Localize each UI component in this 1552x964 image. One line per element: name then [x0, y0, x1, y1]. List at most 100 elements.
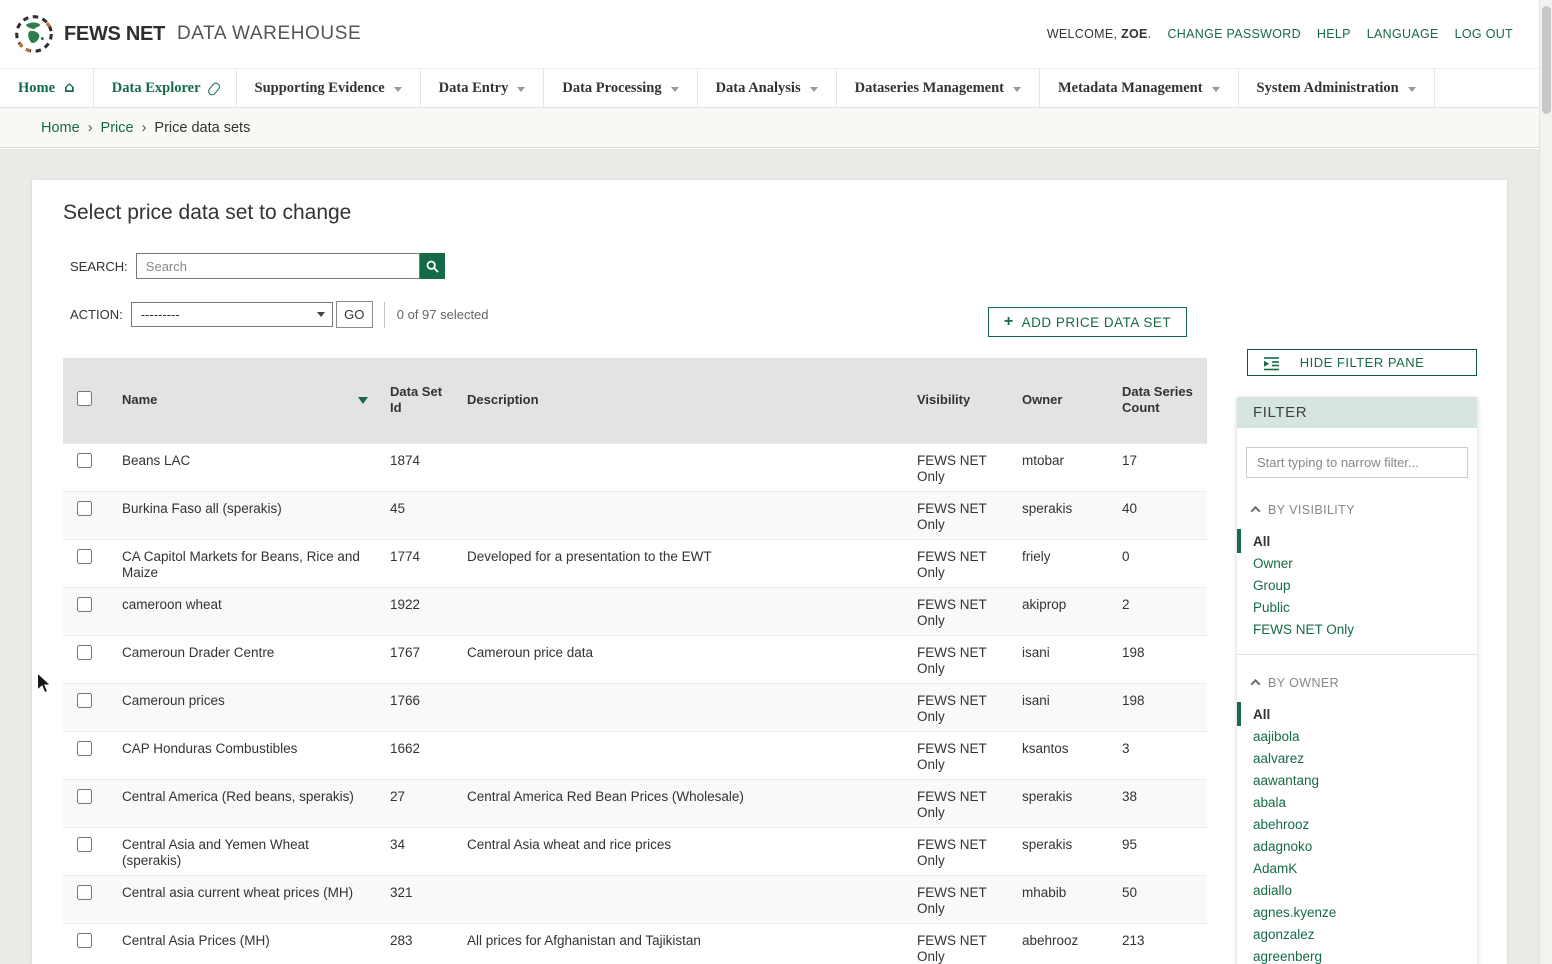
search-button[interactable]	[420, 253, 445, 279]
cell-name: Central asia current wheat prices (MH)	[110, 875, 378, 923]
cell-visibility: FEWS NET Only	[905, 635, 1010, 683]
row-checkbox[interactable]	[77, 549, 92, 564]
row-checkbox[interactable]	[77, 693, 92, 708]
cell-select	[63, 539, 110, 587]
header-link[interactable]: HELP	[1317, 27, 1351, 41]
filter-option[interactable]: AdamK	[1237, 857, 1477, 879]
search-label: SEARCH:	[70, 259, 128, 274]
column-header-data-series-count: Data Series Count	[1110, 358, 1207, 443]
filter-option[interactable]: FEWS NET Only	[1237, 618, 1477, 640]
table-row: Cameroun prices 1766 FEWS NET Only isani…	[63, 683, 1207, 731]
cell-data-series-count: 17	[1110, 443, 1207, 491]
cell-select	[63, 491, 110, 539]
filter-option[interactable]: abehrooz	[1237, 813, 1477, 835]
add-price-data-set-button[interactable]: ADD PRICE DATA SET	[988, 307, 1187, 337]
cell-select	[63, 635, 110, 683]
username: ZOE	[1121, 27, 1148, 41]
filter-options-visibility: All Owner Group	[1237, 530, 1477, 640]
cell-data-set-id: 1767	[378, 635, 455, 683]
filter-option[interactable]: agonzalez	[1237, 923, 1477, 945]
cell-owner: isani	[1010, 635, 1110, 683]
header-link[interactable]: LOG OUT	[1455, 27, 1513, 41]
nav-item-label: Data Processing	[562, 80, 661, 97]
chevron-up-icon	[1251, 679, 1261, 689]
nav-item[interactable]: Metadata Management	[1040, 69, 1239, 108]
row-checkbox[interactable]	[77, 741, 92, 756]
chevron-down-icon	[810, 87, 818, 92]
action-select[interactable]: ---------	[131, 302, 333, 327]
cell-name: Central Asia and Yemen Wheat (sperakis)	[110, 827, 378, 875]
filter-section-header[interactable]: BY OWNER	[1237, 674, 1477, 691]
filter-option[interactable]: agnes.kyenze	[1237, 901, 1477, 923]
nav-item-label: Data Analysis	[716, 80, 801, 97]
cell-description	[455, 731, 905, 779]
filter-option[interactable]: All	[1237, 530, 1477, 552]
cell-select	[63, 923, 110, 964]
filter-option[interactable]: Group	[1237, 574, 1477, 596]
row-checkbox[interactable]	[77, 885, 92, 900]
row-checkbox[interactable]	[77, 501, 92, 516]
app-header: FEWS NET DATA WAREHOUSE WELCOME, ZOE. CH…	[0, 0, 1539, 68]
row-checkbox[interactable]	[77, 789, 92, 804]
go-button[interactable]: GO	[336, 301, 373, 328]
cell-owner: akiprop	[1010, 587, 1110, 635]
table-row: Cameroun Drader Centre 1767 Cameroun pri…	[63, 635, 1207, 683]
filter-option[interactable]: aawantang	[1237, 769, 1477, 791]
user-area: WELCOME, ZOE. CHANGE PASSWORD HELP LANGU…	[1047, 27, 1513, 41]
row-checkbox[interactable]	[77, 453, 92, 468]
cell-description	[455, 587, 905, 635]
hide-filter-pane-button[interactable]: HIDE FILTER PANE	[1247, 349, 1477, 376]
nav-item[interactable]: Data Explorer	[94, 69, 237, 108]
filter-option[interactable]: adagnoko	[1237, 835, 1477, 857]
cell-visibility: FEWS NET Only	[905, 587, 1010, 635]
header-link[interactable]: CHANGE PASSWORD	[1167, 27, 1300, 41]
row-checkbox[interactable]	[77, 837, 92, 852]
filter-option[interactable]: abala	[1237, 791, 1477, 813]
select-all-checkbox[interactable]	[77, 391, 92, 406]
breadcrumb-link[interactable]: Price	[101, 120, 134, 136]
cell-name: Beans LAC	[110, 443, 378, 491]
cell-description: All prices for Afghanistan and Tajikista…	[455, 923, 905, 964]
welcome-text: WELCOME, ZOE.	[1047, 27, 1152, 41]
row-checkbox[interactable]	[77, 645, 92, 660]
filter-section-header[interactable]: BY VISIBILITY	[1237, 501, 1477, 518]
table-row: Beans LAC 1874 FEWS NET Only mtobar 17	[63, 443, 1207, 491]
select-caret-icon	[317, 312, 325, 317]
row-checkbox[interactable]	[77, 597, 92, 612]
nav-item[interactable]: Data Analysis	[698, 69, 837, 108]
nav-item[interactable]: Supporting Evidence	[237, 69, 421, 108]
cell-visibility: FEWS NET Only	[905, 731, 1010, 779]
selected-indicator	[1237, 529, 1241, 553]
filter-option[interactable]: Owner	[1237, 552, 1477, 574]
filter-option[interactable]: agreenberg	[1237, 945, 1477, 964]
cell-visibility: FEWS NET Only	[905, 779, 1010, 827]
nav-item[interactable]: Home	[0, 69, 94, 108]
filter-section-owner: BY OWNER All aajibola	[1237, 674, 1477, 964]
nav-item[interactable]: System Administration	[1239, 69, 1435, 108]
cell-select	[63, 875, 110, 923]
filter-option[interactable]: adiallo	[1237, 879, 1477, 901]
scrollbar-thumb[interactable]	[1542, 6, 1551, 114]
chevron-down-icon	[394, 87, 402, 92]
cell-data-series-count: 38	[1110, 779, 1207, 827]
column-header-name[interactable]: Name	[110, 358, 378, 443]
nav-item[interactable]: Data Entry	[421, 69, 545, 108]
search-input[interactable]	[136, 253, 420, 279]
page-background: Select price data set to change SEARCH: …	[0, 149, 1539, 964]
cell-data-set-id: 45	[378, 491, 455, 539]
sort-desc-icon[interactable]	[358, 397, 368, 404]
filter-option[interactable]: aalvarez	[1237, 747, 1477, 769]
filter-option[interactable]: All	[1237, 703, 1477, 725]
column-header-owner: Owner	[1010, 358, 1110, 443]
filter-option[interactable]: aajibola	[1237, 725, 1477, 747]
row-checkbox[interactable]	[77, 933, 92, 948]
breadcrumb-link[interactable]: Home	[41, 120, 80, 136]
cell-data-series-count: 40	[1110, 491, 1207, 539]
nav-item[interactable]: Data Processing	[544, 69, 697, 108]
action-label: ACTION:	[70, 307, 123, 322]
cell-name: Cameroun prices	[110, 683, 378, 731]
nav-item[interactable]: Dataseries Management	[837, 69, 1040, 108]
filter-search-input[interactable]	[1246, 447, 1468, 478]
header-link[interactable]: LANGUAGE	[1367, 27, 1439, 41]
filter-option[interactable]: Public	[1237, 596, 1477, 618]
